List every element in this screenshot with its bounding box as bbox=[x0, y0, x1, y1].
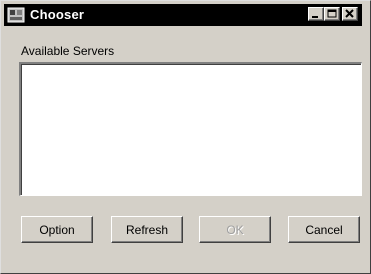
option-button[interactable]: Option bbox=[21, 216, 93, 243]
window-title: Chooser bbox=[30, 7, 85, 22]
minimize-button[interactable] bbox=[308, 7, 324, 21]
chooser-dialog: Chooser Available Servers Option Refresh… bbox=[0, 0, 371, 274]
available-servers-label: Available Servers bbox=[21, 44, 115, 58]
ok-button: OK bbox=[199, 216, 271, 243]
server-list[interactable] bbox=[19, 62, 362, 196]
chooser-app-icon bbox=[7, 6, 25, 24]
close-icon bbox=[345, 9, 354, 18]
close-button[interactable] bbox=[342, 7, 358, 21]
minimize-icon bbox=[312, 16, 318, 18]
cancel-button[interactable]: Cancel bbox=[288, 216, 360, 243]
refresh-button[interactable]: Refresh bbox=[111, 216, 183, 243]
title-bar[interactable]: Chooser bbox=[4, 4, 362, 26]
maximize-button[interactable] bbox=[324, 7, 340, 21]
maximize-icon bbox=[327, 9, 337, 18]
